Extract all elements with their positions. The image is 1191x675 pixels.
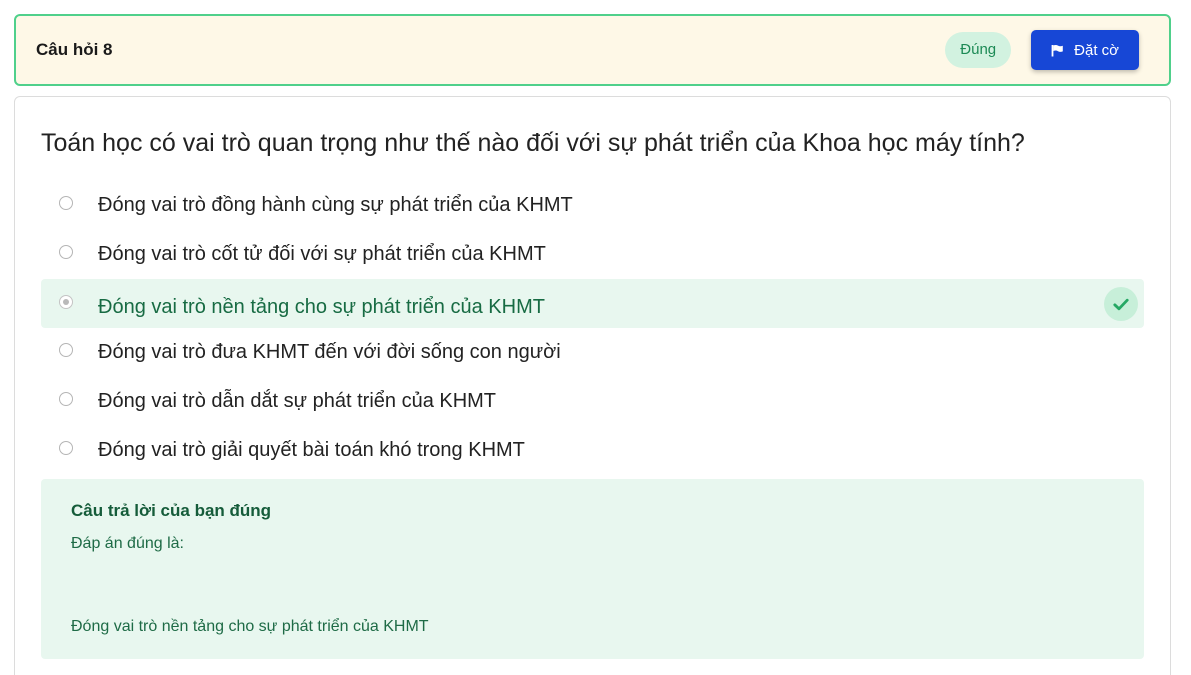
- option-label: Đóng vai trò dẫn dắt sự phát triển của K…: [98, 390, 497, 412]
- option-label: Đóng vai trò cốt tử đối với sự phát triể…: [98, 243, 546, 265]
- question-header: Câu hỏi 8 Đúng Đặt cờ: [14, 14, 1171, 86]
- answer-option[interactable]: Đóng vai trò dẫn dắt sự phát triển của K…: [41, 377, 1144, 426]
- feedback-panel: Câu trả lời của bạn đúng Đáp án đúng là:…: [41, 479, 1144, 659]
- feedback-correct-answer: Đóng vai trò nền tảng cho sự phát triển …: [71, 618, 429, 635]
- option-radio[interactable]: [59, 196, 73, 210]
- flag-button-label: Đặt cờ: [1074, 41, 1119, 59]
- feedback-title: Câu trả lời của bạn đúng: [71, 501, 272, 520]
- question-text: Toán học có vai trò quan trọng như thế n…: [41, 129, 1025, 157]
- answer-option[interactable]: Đóng vai trò đồng hành cùng sự phát triể…: [41, 181, 1144, 230]
- feedback-text: Đáp án đúng là:: [71, 535, 184, 552]
- status-badge: Đúng: [945, 32, 1012, 68]
- check-icon: [1104, 287, 1138, 321]
- option-radio[interactable]: [59, 441, 73, 455]
- option-radio[interactable]: [59, 392, 73, 406]
- flag-button[interactable]: Đặt cờ: [1031, 30, 1139, 70]
- option-label: Đóng vai trò giải quyết bài toán khó tro…: [98, 439, 525, 461]
- answer-option[interactable]: Đóng vai trò giải quyết bài toán khó tro…: [41, 426, 1144, 475]
- answer-options: Đóng vai trò đồng hành cùng sự phát triể…: [41, 181, 1144, 475]
- answer-option-correct[interactable]: Đóng vai trò nền tảng cho sự phát triển …: [41, 279, 1144, 328]
- option-radio[interactable]: [59, 245, 73, 259]
- option-radio[interactable]: [59, 343, 73, 357]
- quiz-page: Câu hỏi 8 Đúng Đặt cờ Toán học có vai tr…: [0, 0, 1191, 675]
- option-label: Đóng vai trò đưa KHMT đến với đời sống c…: [98, 341, 561, 363]
- option-label: Đóng vai trò đồng hành cùng sự phát triể…: [98, 194, 573, 216]
- question-number: Câu hỏi 8: [36, 40, 113, 59]
- question-card: Toán học có vai trò quan trọng như thế n…: [14, 96, 1171, 675]
- flag-icon: [1051, 44, 1064, 57]
- answer-option[interactable]: Đóng vai trò cốt tử đối với sự phát triể…: [41, 230, 1144, 279]
- option-label: Đóng vai trò nền tảng cho sự phát triển …: [98, 296, 545, 318]
- answer-option[interactable]: Đóng vai trò đưa KHMT đến với đời sống c…: [41, 328, 1144, 377]
- option-radio-selected[interactable]: [59, 295, 73, 309]
